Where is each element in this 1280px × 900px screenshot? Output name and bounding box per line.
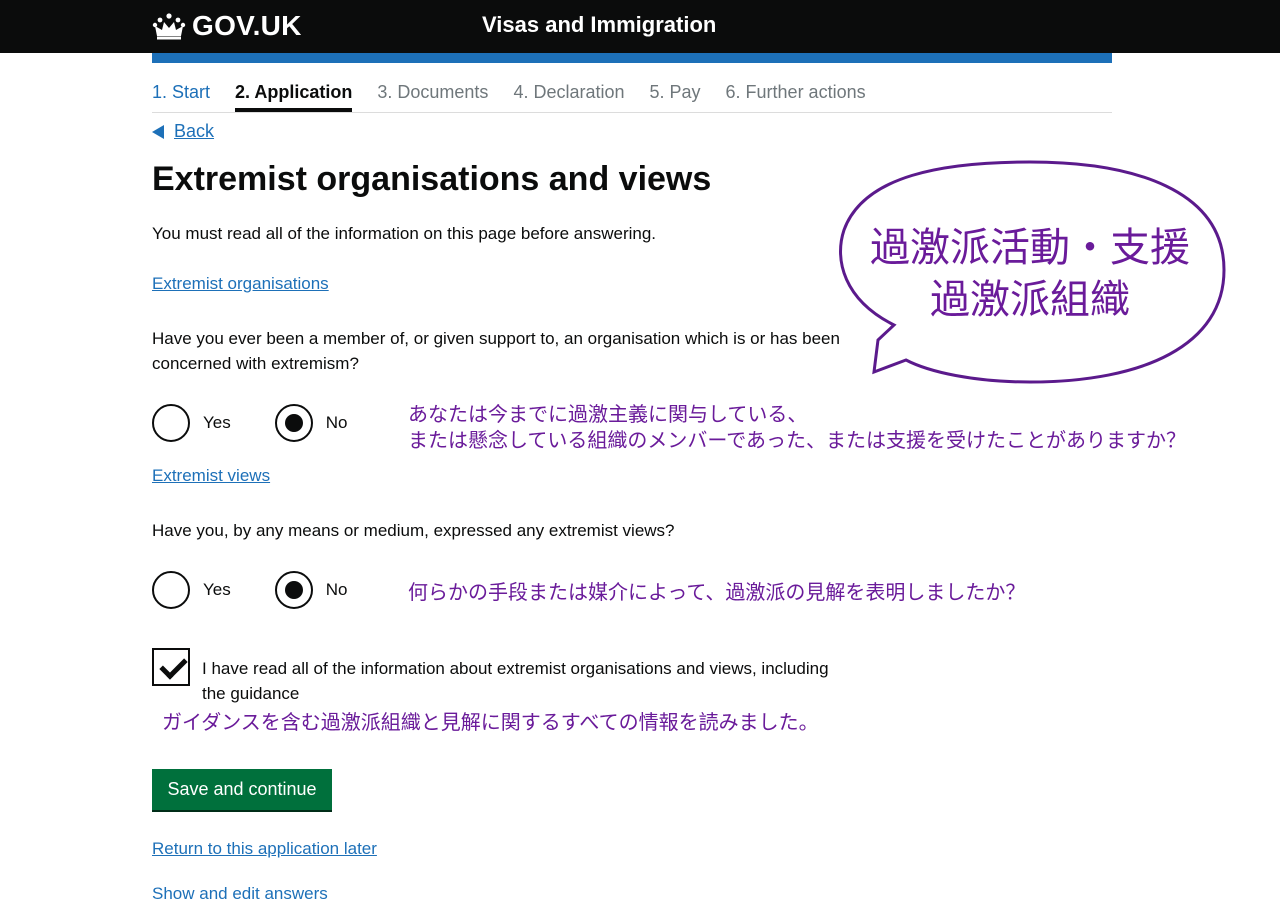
header-blue-bar bbox=[152, 53, 1112, 63]
organisations-yes-label[interactable]: Yes bbox=[203, 413, 231, 433]
return-later-link[interactable]: Return to this application later bbox=[152, 839, 377, 859]
show-edit-answers-link[interactable]: Show and edit answers bbox=[152, 884, 328, 900]
step-further-actions: 6. Further actions bbox=[725, 82, 866, 102]
back-arrow-icon bbox=[152, 124, 164, 139]
annotation-confirm: ガイダンスを含む過激派組織と見解に関するすべての情報を読みました。 bbox=[162, 712, 819, 734]
logo-text: GOV.UK bbox=[192, 10, 302, 41]
step-start[interactable]: 1. Start bbox=[152, 80, 210, 112]
views-yes-radio[interactable] bbox=[152, 571, 190, 609]
views-no-radio[interactable] bbox=[274, 571, 313, 609]
organisations-no-radio[interactable] bbox=[274, 404, 313, 442]
annotation-q1-line-1: あなたは今までに過激主義に関与している、 bbox=[408, 404, 808, 426]
step-application: 2. Application bbox=[235, 80, 353, 112]
save-and-continue-button[interactable]: Save and continue bbox=[152, 769, 332, 810]
views-yes-label[interactable]: Yes bbox=[203, 580, 231, 600]
step-documents: 3. Documents bbox=[377, 82, 489, 102]
extremist-views-link[interactable]: Extremist views bbox=[152, 466, 270, 486]
service-name[interactable]: Visas and Immigration bbox=[482, 12, 716, 38]
annotation-q1: あなたは今までに過激主義に関与している、 または懸念している組織のメンバーであっ… bbox=[408, 402, 1278, 454]
extremist-organisations-link[interactable]: Extremist organisations bbox=[152, 274, 329, 294]
back-link[interactable]: Back bbox=[152, 121, 214, 142]
confirmation-label[interactable]: I have read all of the information about… bbox=[202, 656, 852, 706]
step-pay: 5. Pay bbox=[649, 82, 701, 102]
question-views: Have you, by any means or medium, expres… bbox=[152, 521, 675, 540]
back-label: Back bbox=[174, 121, 215, 141]
step-navigation: 1. Start 2. Application 3. Documents 4. … bbox=[152, 80, 1112, 113]
step-declaration: 4. Declaration bbox=[513, 82, 625, 102]
views-radio-group: Yes No bbox=[152, 571, 391, 609]
intro-text: You must read all of the information on … bbox=[152, 224, 657, 243]
crown-icon bbox=[152, 13, 186, 40]
page-title: Extremist organisations and views bbox=[152, 160, 712, 198]
organisations-no-label[interactable]: No bbox=[326, 413, 348, 433]
annotation-q1-line-2: または懸念している組織のメンバーであった、または支援を受けたことがありますか？ bbox=[408, 430, 1186, 452]
question-organisations: Have you ever been a member of, or given… bbox=[152, 329, 840, 373]
bubble-text: 過激派活動・支援 過激派組織 bbox=[834, 222, 1226, 326]
bubble-line-2: 過激派組織 bbox=[930, 278, 1130, 322]
govuk-logo[interactable]: GOV.UK bbox=[152, 10, 302, 42]
confirmation-checkbox-row: I have read all of the information about… bbox=[152, 648, 852, 706]
bubble-line-1: 過激派活動・支援 bbox=[870, 226, 1190, 270]
views-no-label[interactable]: No bbox=[326, 580, 348, 600]
site-header: GOV.UK Visas and Immigration bbox=[0, 0, 1280, 53]
organisations-yes-radio[interactable] bbox=[152, 404, 190, 442]
organisations-radio-group: Yes No bbox=[152, 404, 391, 442]
confirmation-checkbox[interactable] bbox=[152, 648, 190, 686]
annotation-q2: 何らかの手段または媒介によって、過激派の見解を表明しましたか？ bbox=[408, 582, 1026, 604]
